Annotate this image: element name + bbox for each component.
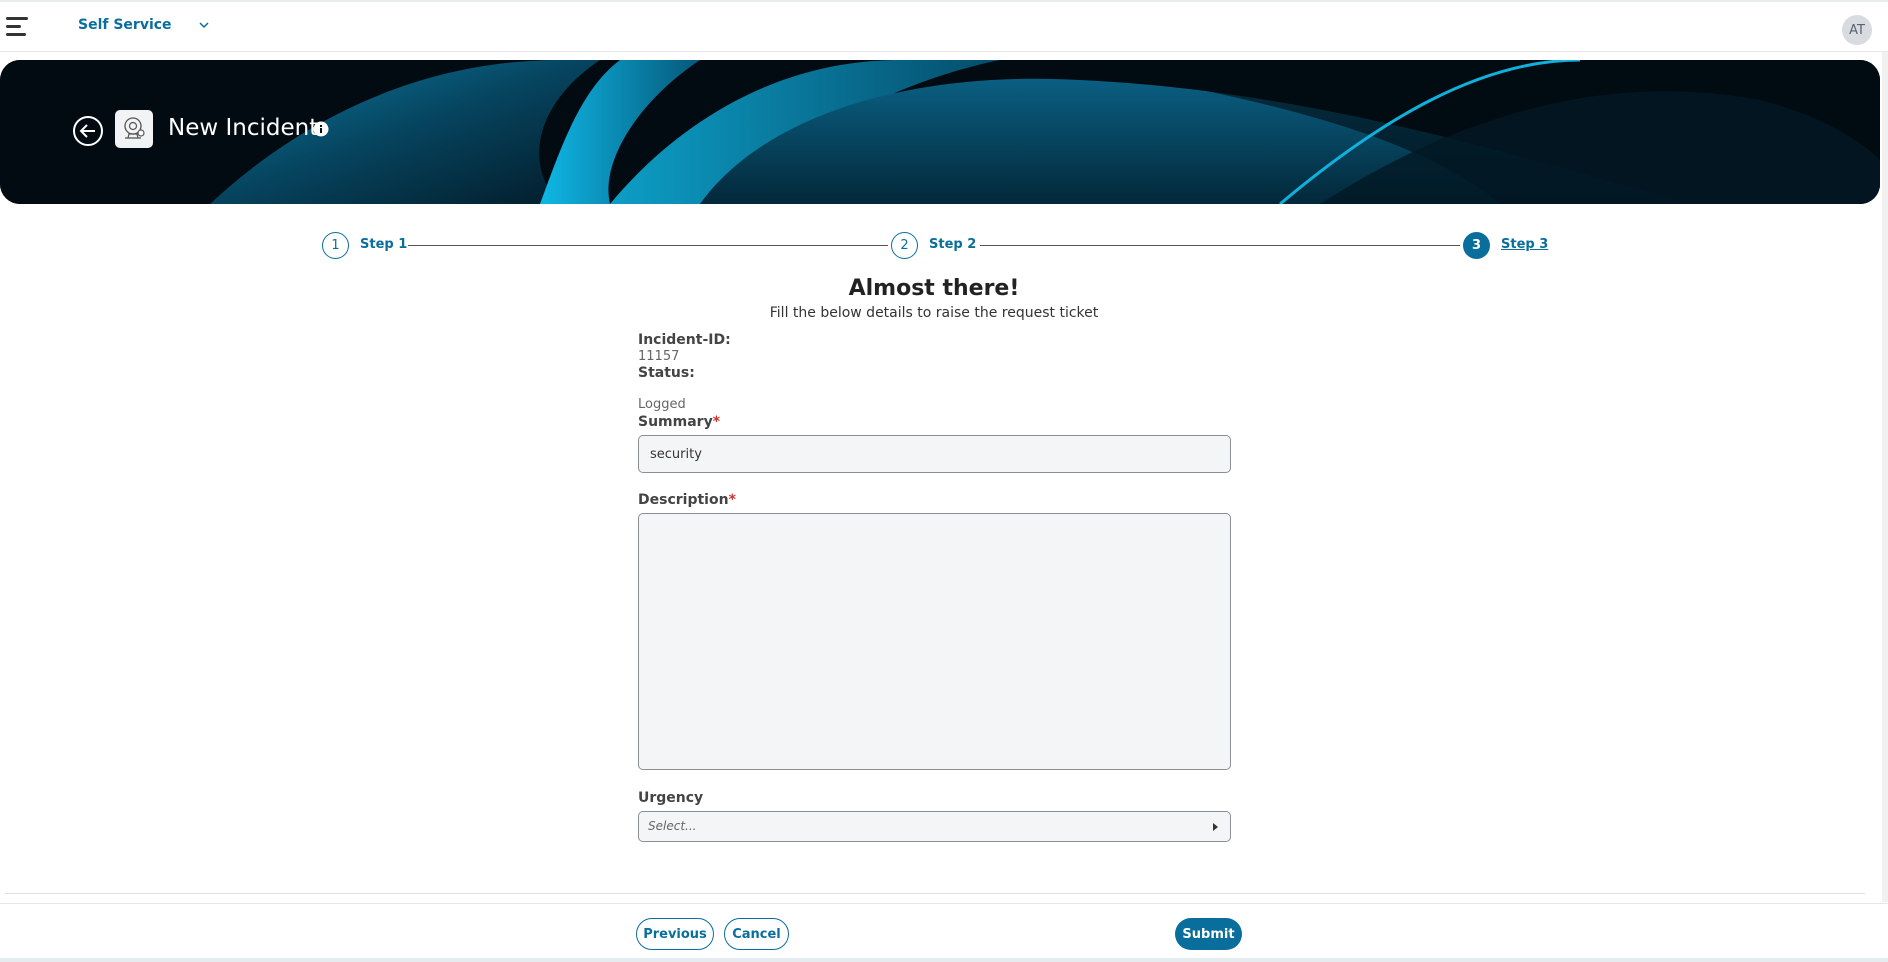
summary-label-text: Summary (638, 414, 713, 430)
form-heading: Almost there! (848, 276, 1020, 301)
avatar[interactable]: AT (1842, 15, 1872, 45)
status-value: Logged (638, 397, 686, 412)
caret-right-icon[interactable] (1213, 823, 1218, 831)
hamburger-menu-icon[interactable] (6, 17, 28, 37)
form-footer: Previous Cancel Submit (0, 903, 1888, 958)
incident-id-value: 11157 (638, 349, 680, 364)
incident-id-label: Incident-ID: (638, 332, 731, 348)
step-3-label[interactable]: Step 3 (1501, 237, 1548, 252)
info-icon[interactable] (313, 121, 329, 137)
app-name[interactable]: Self Service (78, 17, 172, 33)
description-label-text: Description (638, 492, 729, 508)
description-textarea[interactable] (638, 513, 1231, 770)
cancel-button[interactable]: Cancel (724, 918, 789, 950)
urgency-label: Urgency (638, 790, 704, 806)
app-switcher[interactable]: Self Service (78, 17, 209, 33)
back-arrow-icon[interactable] (72, 115, 104, 147)
status-label: Status: (638, 365, 695, 381)
summary-input[interactable] (638, 435, 1231, 473)
page-title: New Incident (168, 115, 319, 141)
step-2-circle[interactable]: 2 (891, 232, 918, 259)
scrollbar[interactable] (1882, 52, 1888, 902)
step-2-label[interactable]: Step 2 (929, 237, 976, 252)
step-1-label[interactable]: Step 1 (360, 237, 407, 252)
bottom-edge (0, 958, 1888, 962)
divider (5, 893, 1865, 894)
previous-button[interactable]: Previous (636, 918, 714, 950)
urgency-select[interactable]: Select... (638, 811, 1231, 842)
step-connector (408, 245, 888, 246)
top-bar: Self Service AT (0, 0, 1888, 52)
submit-button[interactable]: Submit (1175, 918, 1242, 950)
incident-agent-icon (115, 110, 153, 148)
summary-label: Summary* (638, 414, 720, 430)
required-marker: * (712, 414, 721, 430)
step-3-circle[interactable]: 3 (1463, 232, 1490, 259)
urgency-placeholder: Select... (648, 819, 697, 833)
form-subheading: Fill the below details to raise the requ… (769, 305, 1099, 321)
chevron-down-icon[interactable] (198, 17, 210, 33)
stepper: 1 Step 1 2 Step 2 3 Step 3 (320, 232, 1582, 260)
required-marker: * (728, 492, 736, 508)
step-1-circle[interactable]: 1 (322, 232, 349, 259)
step-connector (980, 245, 1460, 246)
description-label: Description* (638, 492, 736, 508)
